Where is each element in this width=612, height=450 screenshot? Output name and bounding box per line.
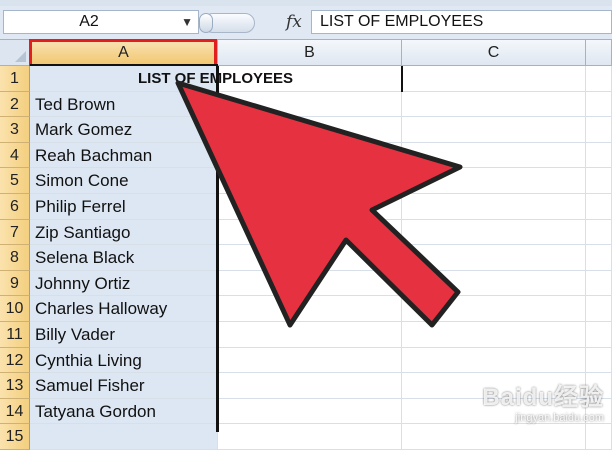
baidu-jingyan-watermark: Baidu经验 jingyan.baidu.com [482, 377, 604, 424]
pointer-arrow-icon [175, 80, 463, 328]
watermark-logo: Baidu经验 [482, 384, 604, 411]
watermark-url: jingyan.baidu.com [515, 412, 604, 424]
